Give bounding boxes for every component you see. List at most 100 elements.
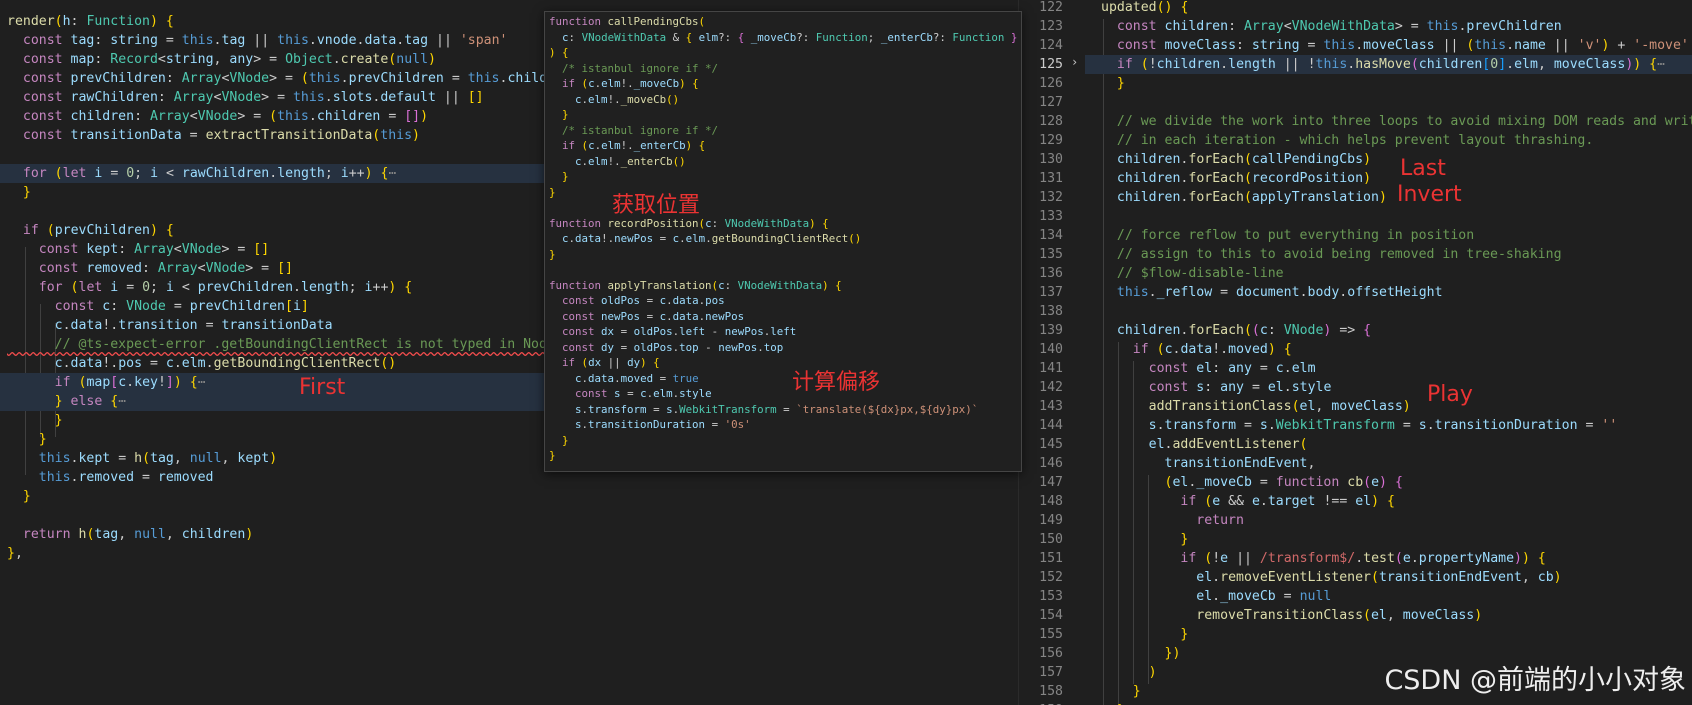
popup-code-line[interactable]: const dx = oldPos.left - newPos.left [545, 324, 796, 340]
definition-peek-popup[interactable]: function callPendingCbs( c: VNodeWithDat… [544, 11, 1022, 472]
code-line[interactable]: children.forEach(callPendingCbs) [1101, 150, 1371, 169]
popup-code-line[interactable]: /* istanbul ignore if */ [545, 123, 718, 139]
popup-code-line[interactable]: if (c.elm!._enterCb) { [545, 138, 705, 154]
code-line[interactable]: if (!children.length || !this.hasMove(ch… [1085, 55, 1692, 74]
code-line[interactable]: } [0, 411, 63, 430]
code-line[interactable]: }, [0, 544, 23, 563]
code-line[interactable]: return [1101, 511, 1244, 530]
code-line[interactable]: const map: Record<string, any> = Object.… [0, 50, 436, 69]
code-line[interactable]: const s: any = el.style [1101, 378, 1332, 397]
code-line[interactable]: if (prevChildren) { [0, 221, 174, 240]
code-line[interactable]: this._reflow = document.body.offsetHeigh… [1101, 283, 1443, 302]
code-line[interactable]: if (!e || /transform$/.test(e.propertyNa… [1101, 549, 1545, 568]
code-line[interactable]: const children: Array<VNodeWithData> = t… [1101, 17, 1562, 36]
popup-code-line[interactable]: } [545, 448, 556, 464]
code-line[interactable]: updated() { [1101, 0, 1188, 17]
code-line[interactable]: } [0, 487, 31, 506]
code-line[interactable]: const tag: string = this.tag || this.vno… [0, 31, 508, 50]
code-line[interactable]: removeTransitionClass(el, moveClass) [1101, 606, 1482, 625]
code-line[interactable]: c.data!.transition = transitionData [0, 316, 333, 335]
code-line[interactable]: } [1101, 74, 1125, 93]
code-line[interactable]: } [1101, 682, 1141, 701]
code-line[interactable]: addTransitionClass(el, moveClass) [1101, 397, 1411, 416]
code-line[interactable]: }) [1101, 644, 1181, 663]
code-line[interactable]: children.forEach(applyTranslation) [1101, 188, 1387, 207]
code-line[interactable]: this.removed = removed [0, 468, 214, 487]
popup-code-line[interactable] [545, 262, 549, 278]
code-line[interactable]: render(h: Function) { [0, 12, 174, 31]
code-line[interactable]: const el: any = c.elm [1101, 359, 1316, 378]
popup-code-line[interactable]: const newPos = c.data.newPos [545, 309, 744, 325]
popup-code-line[interactable]: ) { [545, 45, 569, 61]
code-line[interactable]: return h(tag, null, children) [0, 525, 253, 544]
code-line[interactable]: const prevChildren: Array<VNode> = (this… [0, 69, 548, 88]
code-line[interactable]: // we divide the work into three loops t… [1101, 112, 1692, 131]
popup-code-line[interactable]: function callPendingCbs( [545, 14, 705, 30]
code-line[interactable]: const removed: Array<VNode> = [] [0, 259, 293, 278]
line-number: 122 [1039, 0, 1063, 15]
code-line[interactable]: } else {⋯ [0, 392, 548, 411]
popup-code-line[interactable]: } [545, 185, 556, 201]
code-line[interactable]: // $flow-disable-line [1101, 264, 1284, 283]
code-line[interactable]: el.addEventListener( [1101, 435, 1308, 454]
code-line[interactable]: const transitionData = extractTransition… [0, 126, 420, 145]
code-line[interactable]: const kept: Array<VNode> = [] [0, 240, 269, 259]
line-number: 152 [1039, 570, 1063, 585]
code-line[interactable]: const moveClass: string = this.moveClass… [1101, 36, 1689, 55]
code-line[interactable]: } [1101, 701, 1125, 705]
popup-code-line[interactable]: /* istanbul ignore if */ [545, 61, 718, 77]
code-line[interactable] [0, 506, 7, 525]
editor-right-pane[interactable]: 122 123 124 125 126 127 128 129 130 131 132 133 134 1… [1018, 0, 1692, 705]
code-line[interactable]: if (map[c.key!]) {⋯ [0, 373, 548, 392]
code-line[interactable]: } [0, 183, 31, 202]
code-line[interactable]: this.kept = h(tag, null, kept) [0, 449, 277, 468]
popup-code-line[interactable]: if (dx || dy) { [545, 355, 660, 371]
code-line[interactable]: ) [1101, 663, 1157, 682]
code-line[interactable]: } [0, 430, 47, 449]
code-line[interactable]: const c: VNode = prevChildren[i] [0, 297, 309, 316]
popup-code-line[interactable] [545, 200, 549, 216]
popup-code-line[interactable]: const dy = oldPos.top - newPos.top [545, 340, 783, 356]
popup-code-line[interactable]: } [545, 247, 556, 263]
code-line[interactable]: children.forEach((c: VNode) => { [1101, 321, 1371, 340]
code-line[interactable]: c.data!.pos = c.elm.getBoundingClientRec… [0, 354, 397, 373]
popup-code-line[interactable]: c.data!.newPos = c.elm.getBoundingClient… [545, 231, 861, 247]
code-line[interactable]: const rawChildren: Array<VNode> = this.s… [0, 88, 484, 107]
code-area[interactable]: updated() { const children: Array<VNodeW… [1085, 0, 1692, 705]
code-line[interactable] [0, 145, 7, 164]
code-line[interactable]: // force reflow to put everything in pos… [1101, 226, 1474, 245]
code-line[interactable]: transitionEndEvent, [1101, 454, 1316, 473]
popup-code-line[interactable]: } [545, 107, 569, 123]
code-line[interactable]: s.transform = s.WebkitTransform = s.tran… [1101, 416, 1618, 435]
code-line[interactable]: children.forEach(recordPosition) [1101, 169, 1371, 188]
popup-code-line[interactable]: c.elm!._enterCb() [545, 154, 686, 170]
code-line[interactable]: // @ts-expect-error .getBoundingClientRe… [0, 335, 548, 354]
code-line[interactable]: el._moveCb = null [1101, 587, 1331, 606]
popup-code-line[interactable]: s.transitionDuration = '0s' [545, 417, 751, 433]
popup-code-line[interactable]: const oldPos = c.data.pos [545, 293, 725, 309]
popup-code-line[interactable]: c.data.moved = true [545, 371, 699, 387]
code-line[interactable]: } [1101, 625, 1188, 644]
line-number: 123 [1039, 19, 1063, 34]
popup-code-line[interactable]: if (c.elm!._moveCb) { [545, 76, 699, 92]
popup-code-line[interactable]: } [545, 433, 569, 449]
popup-code-line[interactable]: c.elm!._moveCb() [545, 92, 679, 108]
code-line[interactable]: (el._moveCb = function cb(e) { [1101, 473, 1403, 492]
code-line[interactable]: // in each iteration - which helps preve… [1101, 131, 1593, 150]
fold-chevron-icon[interactable]: › [1071, 55, 1078, 69]
code-line[interactable]: el.removeEventListener(transitionEndEven… [1101, 568, 1561, 587]
popup-code-line[interactable]: s.transform = s.WebkitTransform = `trans… [545, 402, 978, 418]
popup-code-line[interactable]: const s = c.elm.style [545, 386, 712, 402]
popup-code-line[interactable]: c: VNodeWithData & { elm?: { _moveCb?: F… [545, 30, 1021, 46]
code-line[interactable]: } [1101, 530, 1188, 549]
editor-left-pane[interactable]: render(h: Function) { const tag: string … [0, 0, 548, 705]
code-line[interactable]: const children: Array<VNode> = (this.chi… [0, 107, 428, 126]
code-line[interactable]: if (c.data!.moved) { [1101, 340, 1292, 359]
popup-code-line[interactable]: } [545, 169, 569, 185]
code-line[interactable]: for (let i = 0; i < prevChildren.length;… [0, 278, 412, 297]
popup-code-line[interactable]: function applyTranslation(c: VNodeWithDa… [545, 278, 842, 294]
code-line[interactable] [0, 202, 7, 221]
code-line[interactable]: if (e && e.target !== el) { [1101, 492, 1395, 511]
code-line[interactable]: // assign to this to avoid being removed… [1101, 245, 1562, 264]
code-line[interactable]: for (let i = 0; i < rawChildren.length; … [0, 164, 548, 183]
